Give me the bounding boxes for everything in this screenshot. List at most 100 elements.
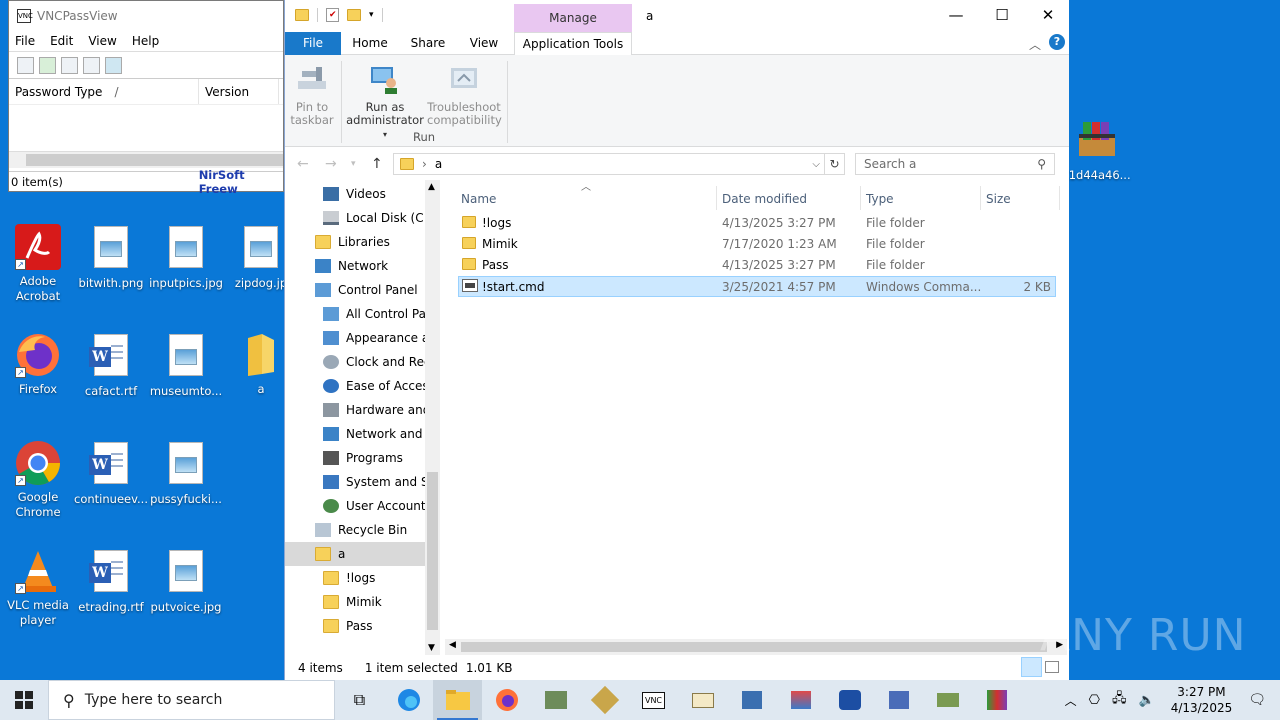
new-folder-icon[interactable]: [347, 9, 361, 21]
column-size[interactable]: Size: [986, 186, 1011, 212]
refresh-icon[interactable]: [39, 56, 56, 74]
properties-icon[interactable]: ✔: [326, 8, 339, 22]
taskbar-app-network[interactable]: [531, 680, 580, 720]
nav-local-disk[interactable]: Local Disk (C:): [285, 206, 425, 230]
menu-file[interactable]: File: [15, 34, 35, 48]
search-box[interactable]: Search a ⚲: [855, 153, 1055, 175]
breadcrumb-chevron-icon[interactable]: ›: [422, 157, 427, 171]
scroll-left-icon[interactable]: ◀: [449, 640, 456, 650]
file-row[interactable]: Mimik 7/17/2020 1:23 AM File folder: [458, 234, 1056, 255]
desktop-icon-adobe-acrobat[interactable]: ↗ Adobe Acrobat: [0, 224, 76, 304]
notifications-icon[interactable]: 🗨: [1248, 692, 1266, 708]
tab-view[interactable]: View: [461, 32, 507, 55]
nav-folder-logs[interactable]: !logs: [285, 566, 425, 590]
menu-edit[interactable]: Edit: [50, 34, 73, 48]
desktop-icon-putvoice[interactable]: putvoice.jpg: [148, 548, 224, 615]
taskbar-app-drive[interactable]: [923, 680, 972, 720]
vncpassview-horizontal-scrollbar[interactable]: [9, 151, 283, 168]
pin-to-taskbar-button[interactable]: Pin to taskbar: [289, 61, 335, 127]
tab-home[interactable]: Home: [347, 32, 393, 55]
column-password-type[interactable]: Password Type /: [9, 79, 199, 104]
taskbar-app-users[interactable]: [825, 680, 874, 720]
desktop-icon-etrading[interactable]: W etrading.rtf: [73, 548, 149, 615]
desktop-icon-museumto[interactable]: museumto...: [148, 332, 224, 399]
column-version[interactable]: Version: [199, 79, 279, 104]
desktop-icon-pussyfucki[interactable]: pussyfucki...: [148, 440, 224, 507]
nav-control-panel[interactable]: Control Panel: [285, 278, 425, 302]
nav-clock-region[interactable]: Clock and Regi: [285, 350, 425, 374]
navigation-pane-scrollbar[interactable]: ▲ ▼: [425, 180, 440, 655]
file-list-horizontal-scrollbar[interactable]: ◀ ▶: [445, 639, 1067, 655]
taskbar-vncpassview[interactable]: VNC: [629, 680, 678, 720]
nav-user-accounts[interactable]: User Accounts: [285, 494, 425, 518]
scroll-up-icon[interactable]: ▲: [428, 182, 435, 192]
manage-context-tab[interactable]: Manage: [514, 4, 632, 32]
volume-icon[interactable]: 🔈: [1139, 693, 1155, 708]
save-icon[interactable]: [17, 56, 34, 74]
close-button[interactable]: ✕: [1025, 0, 1069, 30]
exit-icon[interactable]: [105, 56, 122, 74]
taskbar-app-computer[interactable]: [727, 680, 776, 720]
recent-locations-icon[interactable]: ▾: [351, 159, 356, 169]
taskbar-edge[interactable]: [384, 680, 433, 720]
nav-folder-a[interactable]: a: [285, 542, 425, 566]
taskbar-app-winrar[interactable]: [972, 680, 1021, 720]
qat-dropdown-icon[interactable]: ▾: [369, 10, 374, 20]
menu-help[interactable]: Help: [132, 34, 159, 48]
column-date-modified[interactable]: Date modified: [722, 186, 807, 212]
large-icons-view-icon[interactable]: [1045, 661, 1059, 673]
minimize-button[interactable]: —: [933, 0, 979, 30]
scrollbar-thumb[interactable]: [427, 472, 438, 630]
taskbar-search-box[interactable]: ⚲ Type here to search: [48, 680, 335, 720]
details-view-icon[interactable]: [1021, 657, 1042, 677]
desktop-icon-vlc[interactable]: ↗ VLC media player: [0, 548, 76, 628]
properties-icon[interactable]: [83, 56, 100, 74]
back-icon[interactable]: ←: [297, 156, 309, 172]
file-row-selected[interactable]: !start.cmd 3/25/2021 4:57 PM Windows Com…: [458, 276, 1056, 297]
copy-icon[interactable]: [61, 56, 78, 74]
nav-network-internet[interactable]: Network and Ir: [285, 422, 425, 446]
desktop-icon-inputpics[interactable]: inputpics.jpg: [148, 224, 224, 291]
desktop-icon-google-chrome[interactable]: ↗ Google Chrome: [0, 440, 76, 520]
nav-system-security[interactable]: System and Sec: [285, 470, 425, 494]
menu-view[interactable]: View: [88, 34, 116, 48]
vpn-icon[interactable]: ⎔: [1089, 693, 1100, 708]
scrollbar-thumb[interactable]: [461, 642, 1047, 652]
help-icon[interactable]: ?: [1049, 34, 1065, 50]
taskbar-app-run[interactable]: [874, 680, 923, 720]
nav-ease-of-access[interactable]: Ease of Access: [285, 374, 425, 398]
nav-all-control-panel[interactable]: All Control Par: [285, 302, 425, 326]
desktop-icon-firefox[interactable]: ↗ Firefox: [0, 332, 76, 397]
taskbar-app-mail[interactable]: [678, 680, 727, 720]
tab-share[interactable]: Share: [403, 32, 453, 55]
nav-network[interactable]: Network: [285, 254, 425, 278]
vncpassview-titlebar[interactable]: VNC VNCPassView: [9, 1, 283, 31]
file-row[interactable]: !logs 4/13/2025 3:27 PM File folder: [458, 213, 1056, 234]
taskbar-clock[interactable]: 3:27 PM 4/13/2025: [1171, 684, 1233, 716]
troubleshoot-compatibility-button[interactable]: Troubleshoot compatibility: [427, 61, 502, 127]
nav-recycle-bin[interactable]: Recycle Bin: [285, 518, 425, 542]
nav-folder-mimik[interactable]: Mimik: [285, 590, 425, 614]
breadcrumb-a[interactable]: a: [435, 157, 442, 171]
show-hidden-icons[interactable]: ︿: [1065, 692, 1077, 709]
nirsoft-link[interactable]: NirSoft Freew: [199, 168, 283, 196]
column-name[interactable]: Name: [461, 186, 496, 212]
scroll-down-icon[interactable]: ▼: [428, 643, 435, 653]
maximize-button[interactable]: ☐: [979, 0, 1025, 30]
run-as-administrator-button[interactable]: Run as administrator ▾: [345, 61, 425, 141]
taskbar-app-netmon[interactable]: [776, 680, 825, 720]
desktop-icon-continueev[interactable]: W continueev...: [73, 440, 149, 507]
taskbar-file-explorer[interactable]: [433, 680, 482, 720]
nav-folder-pass[interactable]: Pass: [285, 614, 425, 638]
taskbar-firefox[interactable]: [482, 680, 531, 720]
nav-libraries[interactable]: Libraries: [285, 230, 425, 254]
address-dropdown-icon[interactable]: ⌵: [812, 159, 820, 170]
nav-videos[interactable]: Videos: [285, 182, 425, 206]
task-view-button[interactable]: ⧉: [335, 680, 384, 720]
refresh-button[interactable]: ↻: [825, 153, 845, 175]
dropdown-arrow-icon[interactable]: ▾: [383, 130, 387, 139]
nav-hardware[interactable]: Hardware and: [285, 398, 425, 422]
up-icon[interactable]: ↑: [371, 156, 383, 172]
explorer-titlebar[interactable]: ✔ ▾ Manage a — ☐ ✕: [285, 0, 1069, 32]
desktop-icon-cafact[interactable]: W cafact.rtf: [73, 332, 149, 399]
